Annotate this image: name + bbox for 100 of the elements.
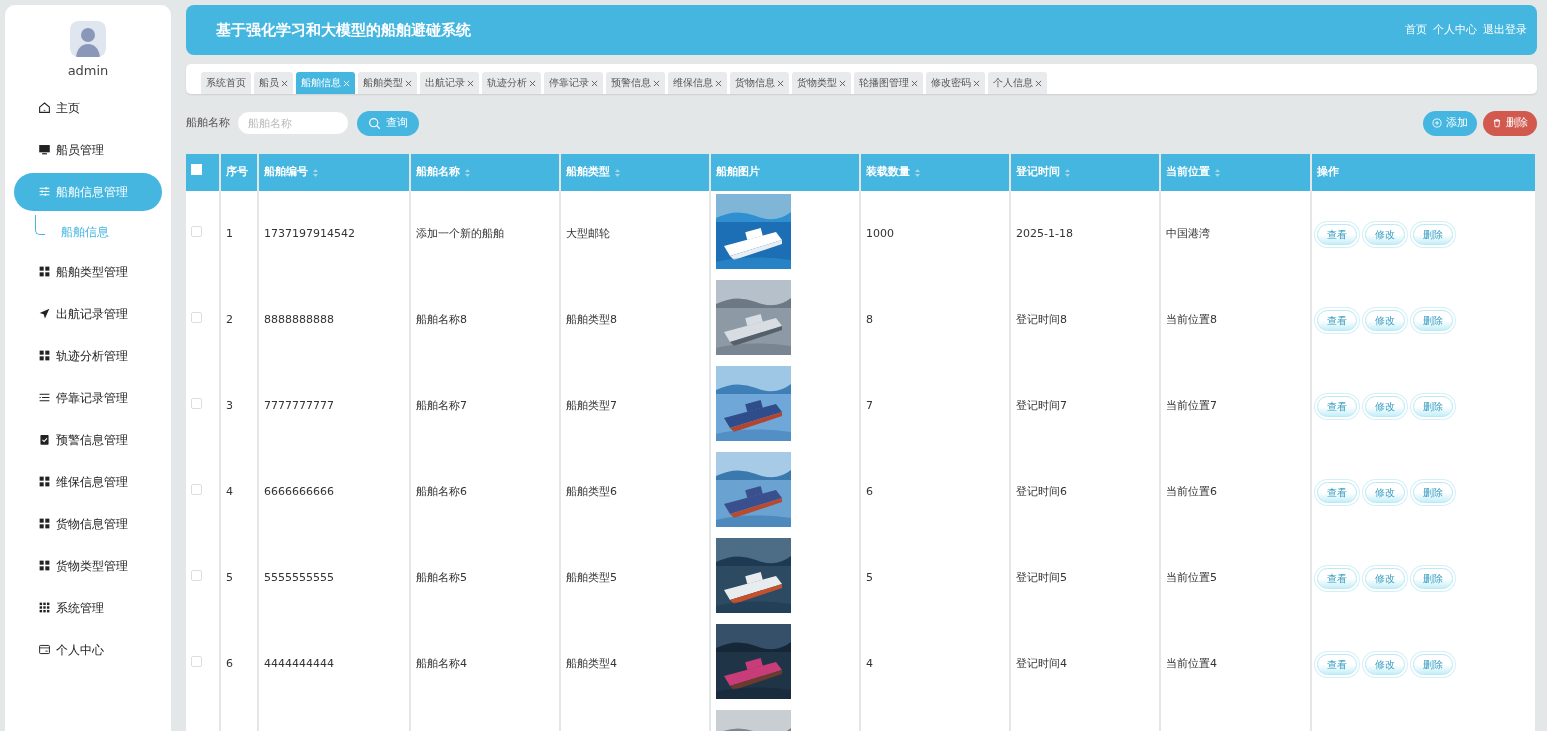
table-cell: 登记时间5 [1016, 570, 1067, 584]
search-field[interactable]: 船舶名称 [237, 111, 349, 135]
checkbox[interactable] [191, 311, 202, 323]
header-link[interactable]: 退出登录 [1483, 21, 1527, 39]
close-icon[interactable] [715, 79, 722, 87]
sidebar-item[interactable]: 主页 [14, 88, 162, 127]
close-icon[interactable] [529, 79, 536, 87]
sidebar-item[interactable]: 货物信息管理 [14, 504, 162, 543]
checkbox[interactable] [191, 569, 202, 581]
view-button[interactable]: 查看 [1317, 481, 1357, 503]
sort-icon[interactable] [914, 167, 921, 178]
table-cell: 船舶类型8 [566, 312, 617, 326]
header-link[interactable]: 首页 [1405, 21, 1427, 39]
tab[interactable]: 货物信息 [730, 72, 789, 94]
delete-button[interactable]: 删除 [1413, 223, 1453, 245]
table-cell: 添加一个新的船舶 [416, 226, 504, 240]
tab[interactable]: 轮播图管理 [854, 72, 923, 94]
view-button[interactable]: 查看 [1317, 653, 1357, 675]
tab[interactable]: 船舶信息 [296, 72, 355, 94]
header-link[interactable]: 个人中心 [1433, 21, 1477, 39]
search-label: 船舶名称 [186, 114, 230, 131]
sidebar-item[interactable]: 出航记录管理 [14, 294, 162, 333]
tab[interactable]: 个人信息 [988, 72, 1047, 94]
close-icon[interactable] [591, 79, 598, 87]
sidebar-item[interactable]: 船员管理 [14, 130, 162, 169]
delete-button[interactable]: 删除 [1483, 110, 1537, 136]
sort-icon[interactable] [1214, 167, 1221, 178]
table-cell: 登记时间6 [1016, 484, 1067, 498]
delete-button[interactable]: 删除 [1413, 653, 1453, 675]
table-cell: 船舶类型6 [566, 484, 617, 498]
close-icon[interactable] [467, 79, 474, 87]
edit-button[interactable]: 修改 [1365, 223, 1405, 245]
view-button[interactable]: 查看 [1317, 395, 1357, 417]
delete-button[interactable]: 删除 [1413, 309, 1453, 331]
checkbox[interactable] [191, 483, 202, 495]
sidebar-item[interactable]: 轨迹分析管理 [14, 336, 162, 375]
delete-button[interactable]: 删除 [1413, 481, 1453, 503]
sidebar-item[interactable]: 个人中心 [14, 630, 162, 669]
tab[interactable]: 船舶类型 [358, 72, 417, 94]
close-icon[interactable] [281, 79, 288, 87]
delete-button[interactable]: 删除 [1413, 395, 1453, 417]
table-cell: 当前位置7 [1166, 398, 1217, 412]
close-icon[interactable] [973, 79, 980, 87]
sidebar-item[interactable]: 船舶类型管理 [14, 252, 162, 291]
search-button[interactable]: 查询 [357, 110, 419, 136]
tab[interactable]: 停靠记录 [544, 72, 603, 94]
edit-button[interactable]: 修改 [1365, 395, 1405, 417]
close-icon[interactable] [911, 79, 918, 87]
table-cell: 6666666666 [264, 484, 334, 498]
tab[interactable]: 货物类型 [792, 72, 851, 94]
tab[interactable]: 维保信息 [668, 72, 727, 94]
table-cell: 大型邮轮 [566, 226, 610, 240]
sidebar-item[interactable]: 系统管理 [14, 588, 162, 627]
grid-icon [38, 349, 51, 362]
sidebar-item[interactable]: 预警信息管理 [14, 420, 162, 459]
tab[interactable]: 预警信息 [606, 72, 665, 94]
delete-button[interactable]: 删除 [1413, 567, 1453, 589]
close-icon[interactable] [653, 79, 660, 87]
edit-button[interactable]: 修改 [1365, 309, 1405, 331]
sort-icon[interactable] [312, 167, 319, 178]
view-button[interactable]: 查看 [1317, 309, 1357, 331]
sidebar-item[interactable]: 船舶信息管理 [14, 172, 162, 211]
tab[interactable]: 修改密码 [926, 72, 985, 94]
sidebar-subitem[interactable]: 船舶信息 [19, 214, 162, 249]
close-icon[interactable] [777, 79, 784, 87]
paper-plane-icon [38, 307, 51, 320]
checkbox[interactable] [191, 164, 202, 176]
close-icon[interactable] [1035, 79, 1042, 87]
sidebar-item[interactable]: 维保信息管理 [14, 462, 162, 501]
table-cell: 2025-1-18 [1016, 226, 1073, 240]
tab[interactable]: 轨迹分析 [482, 72, 541, 94]
table-cell: 船舶名称8 [416, 312, 467, 326]
sort-icon[interactable] [1064, 167, 1071, 178]
tab[interactable]: 船员 [254, 72, 293, 94]
edit-button[interactable]: 修改 [1365, 653, 1405, 675]
checkbox[interactable] [191, 655, 202, 667]
add-button[interactable]: 添加 [1423, 110, 1477, 136]
column-header: 船舶编号 [264, 164, 308, 181]
close-icon[interactable] [405, 79, 412, 87]
table-cell: 8 [866, 312, 873, 326]
tab[interactable]: 出航记录 [420, 72, 479, 94]
checkbox[interactable] [191, 397, 202, 409]
sidebar-item[interactable]: 停靠记录管理 [14, 378, 162, 417]
column-header: 当前位置 [1166, 164, 1210, 181]
monitor-icon [38, 143, 51, 156]
view-button[interactable]: 查看 [1317, 567, 1357, 589]
apps-grid-icon [38, 601, 51, 614]
edit-button[interactable]: 修改 [1365, 481, 1405, 503]
edit-button[interactable]: 修改 [1365, 567, 1405, 589]
view-button[interactable]: 查看 [1317, 223, 1357, 245]
close-icon[interactable] [839, 79, 846, 87]
table-cell: 登记时间4 [1016, 656, 1067, 670]
table-cell: 当前位置4 [1166, 656, 1217, 670]
sort-icon[interactable] [464, 167, 471, 178]
sort-icon[interactable] [614, 167, 621, 178]
checkbox[interactable] [191, 225, 202, 237]
trash-icon [1492, 118, 1502, 128]
column-header: 装载数量 [866, 164, 910, 181]
sidebar-item[interactable]: 货物类型管理 [14, 546, 162, 585]
tab[interactable]: 系统首页 [201, 72, 251, 94]
